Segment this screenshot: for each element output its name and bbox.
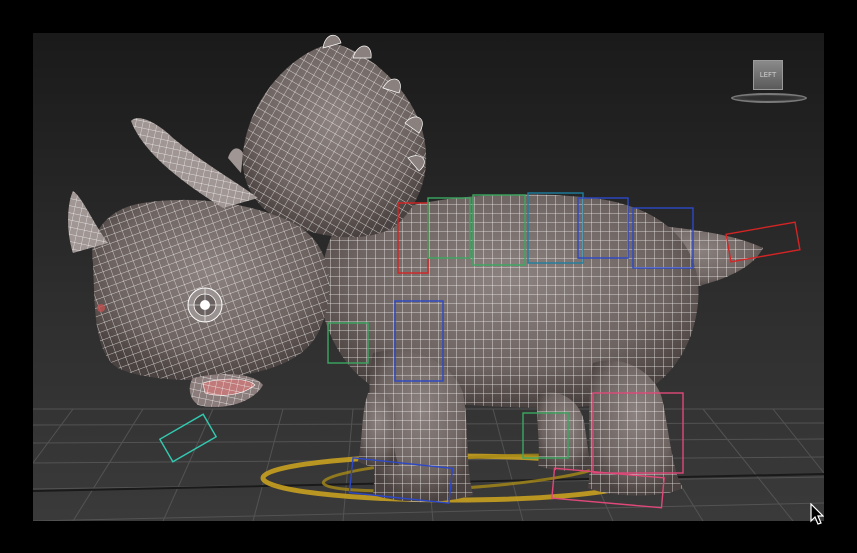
eye[interactable] [187, 287, 223, 323]
viewport-scene[interactable] [33, 33, 824, 521]
mouse-pointer-icon [810, 503, 824, 525]
mouth-wireframe [189, 373, 263, 407]
viewcube-compass-ring[interactable] [731, 93, 807, 103]
perspective-viewport[interactable]: LEFT [33, 33, 824, 521]
viewcube-icon[interactable]: LEFT [753, 60, 783, 90]
nostril [97, 304, 105, 312]
viewcube-widget[interactable]: LEFT [731, 60, 811, 106]
application-window: LEFT [0, 0, 857, 553]
